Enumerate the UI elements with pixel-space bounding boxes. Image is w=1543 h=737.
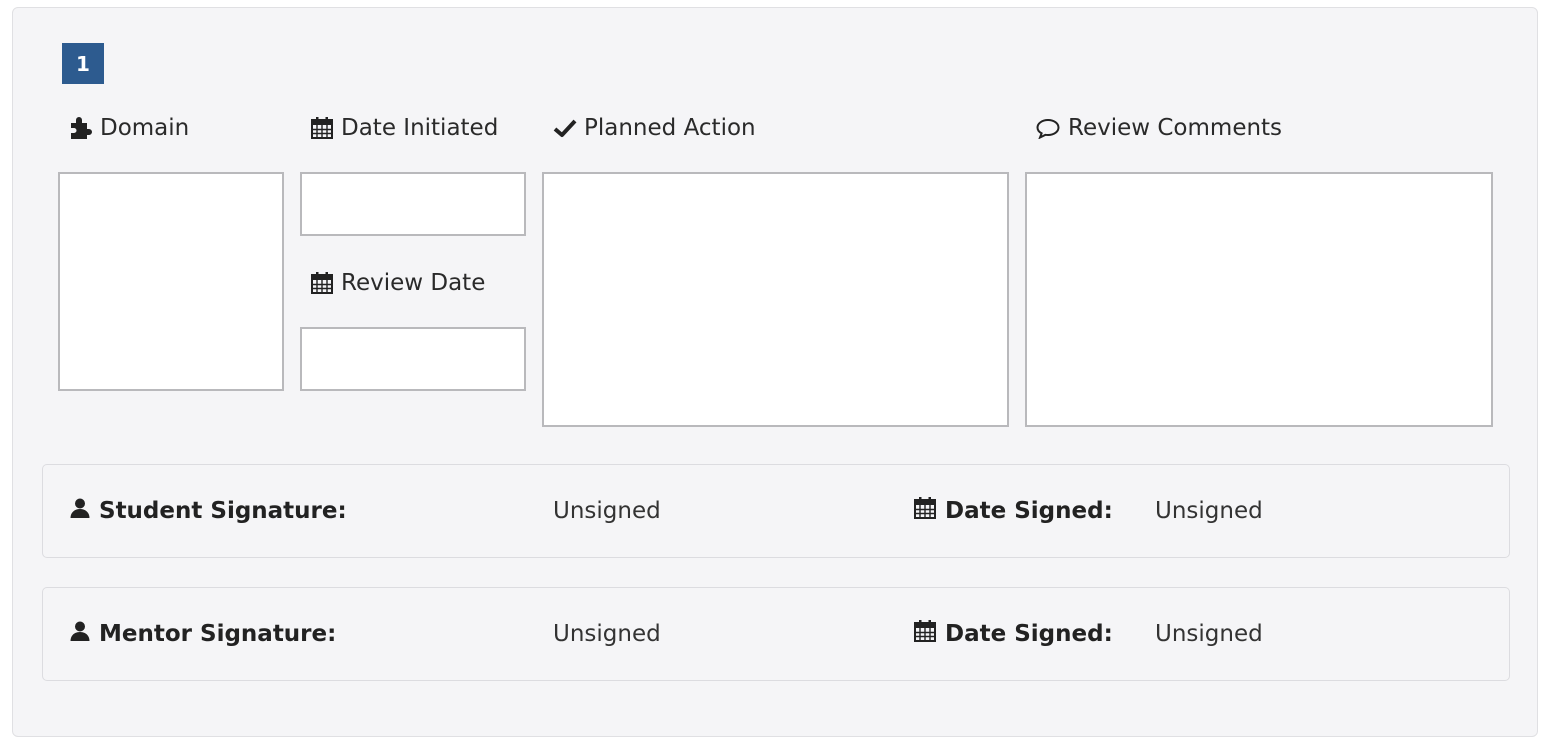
puzzle-icon (67, 117, 93, 139)
review-date-label: Review Date (310, 267, 485, 299)
student-signature-row: Student Signature: Unsigned Date Signed:… (42, 464, 1510, 558)
planned-action-label: Planned Action (553, 112, 756, 144)
student-date-signed-label-text: Date Signed: (945, 498, 1113, 524)
date-initiated-field[interactable] (300, 172, 526, 236)
calendar-icon (913, 619, 937, 649)
planned-action-label-text: Planned Action (584, 115, 756, 141)
review-comments-label: Review Comments (1035, 112, 1282, 144)
date-initiated-label-text: Date Initiated (341, 115, 499, 141)
mentor-date-signed-label-text: Date Signed: (945, 621, 1113, 647)
review-date-label-text: Review Date (341, 270, 486, 296)
student-date-signed-label: Date Signed: (913, 465, 1113, 557)
mentor-date-signed-label: Date Signed: (913, 588, 1113, 680)
mentor-signature-label-text: Mentor Signature: (99, 621, 337, 647)
mentor-signature-value: Unsigned (553, 621, 661, 647)
domain-field[interactable] (58, 172, 284, 391)
calendar-icon (310, 116, 334, 140)
student-signature-label-text: Student Signature: (99, 498, 347, 524)
review-comments-label-text: Review Comments (1068, 115, 1283, 141)
student-signature-label: Student Signature: (69, 465, 347, 557)
item-number-badge: 1 (62, 43, 104, 84)
student-signature-value: Unsigned (553, 498, 661, 524)
date-initiated-label: Date Initiated (310, 112, 498, 144)
mentor-date-signed-value: Unsigned (1155, 621, 1263, 647)
check-icon (553, 118, 577, 138)
domain-label-text: Domain (100, 115, 190, 141)
domain-label: Domain (67, 112, 189, 144)
mentor-signature-row: Mentor Signature: Unsigned Date Signed: … (42, 587, 1510, 681)
calendar-icon (310, 271, 334, 295)
student-date-signed-value: Unsigned (1155, 498, 1263, 524)
review-date-field[interactable] (300, 327, 526, 391)
planned-action-field[interactable] (542, 172, 1009, 427)
calendar-icon (913, 496, 937, 526)
user-icon (69, 497, 91, 525)
speech-bubble-icon (1035, 117, 1061, 139)
user-icon (69, 620, 91, 648)
review-comments-field[interactable] (1025, 172, 1493, 427)
mentor-signature-label: Mentor Signature: (69, 588, 336, 680)
